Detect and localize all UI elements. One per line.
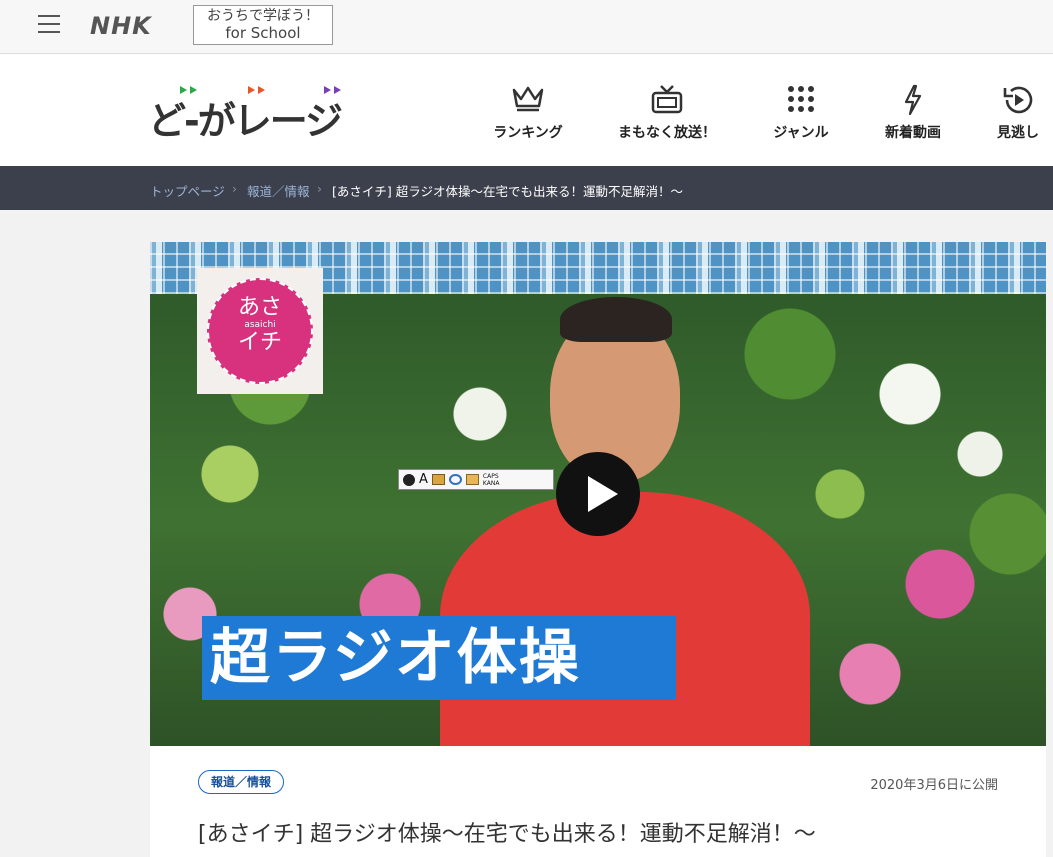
logo-triangle-icon [248, 86, 255, 94]
logo-triangle-icon [334, 86, 341, 94]
play-button[interactable] [556, 452, 640, 536]
breadcrumb-home[interactable]: トップページ [150, 181, 225, 200]
ime-toolbar[interactable]: A CAPS KANA [398, 469, 554, 490]
for-school-button[interactable]: おうちで学ぼう！ for School [193, 5, 333, 45]
asaichi-logo: あさ asaichi イチ [207, 278, 313, 384]
for-school-line1: おうちで学ぼう！ [207, 8, 319, 24]
logo-triangle-icon [258, 86, 265, 94]
nav-new-videos[interactable]: 新着動画 [878, 84, 948, 142]
nav-missed-label: 見逃し [997, 125, 1039, 141]
menu-icon[interactable] [38, 15, 60, 35]
replay-icon [1003, 86, 1033, 114]
asaichi-badge: あさ asaichi イチ [197, 268, 323, 394]
breadcrumb-category[interactable]: 報道／情報 [247, 181, 310, 200]
asaichi-logo-line1: あさ [237, 295, 282, 320]
play-icon [588, 476, 618, 512]
ime-input-letter[interactable]: A [419, 472, 428, 487]
video-caption: 超ラジオ体操 [202, 616, 676, 700]
grid-dots-icon [788, 86, 814, 112]
for-school-line2: for School [225, 24, 301, 42]
tv-icon [651, 85, 683, 114]
ime-dictionary-icon[interactable] [431, 474, 445, 485]
ime-caps-kana-indicator: CAPS KANA [483, 473, 500, 487]
nav-on-air-soon-label: まもなく放送！ [618, 125, 716, 141]
crown-icon [512, 86, 544, 112]
nav-genre[interactable]: ジャンル [766, 84, 836, 142]
breadcrumb-separator: › [232, 181, 237, 196]
site-logo[interactable]: ど-がレージ [148, 82, 344, 143]
category-tag[interactable]: 報道／情報 [198, 770, 285, 794]
ime-kana-label: KANA [482, 479, 500, 487]
logo-triangle-icon [180, 86, 187, 94]
nav-ranking-label: ランキング [493, 125, 563, 141]
presenter-hair [560, 297, 672, 342]
publish-date: 2020年3月6日に公開 [870, 778, 998, 793]
ime-tool-icon[interactable] [465, 474, 479, 485]
nav-ranking[interactable]: ランキング [488, 84, 568, 142]
article-card: 報道／情報 2020年3月6日に公開 [あさイチ] 超ラジオ体操〜在宅でも出来る… [150, 746, 1046, 857]
ime-mode-icon[interactable] [403, 473, 415, 486]
lightning-icon [904, 84, 922, 116]
logo-triangle-icon [190, 86, 197, 94]
breadcrumb-separator: › [317, 181, 322, 196]
breadcrumb-current: [あさイチ] 超ラジオ体操〜在宅でも出来る！運動不足解消！〜 [332, 184, 683, 199]
nav-missed[interactable]: 見逃し [990, 84, 1046, 142]
top-bar: NHK おうちで学ぼう！ for School [0, 0, 1053, 54]
video-player[interactable]: あさ asaichi イチ 超ラジオ体操 A CAPS KANA [150, 242, 1046, 746]
ime-caps-label: CAPS [482, 472, 499, 480]
breadcrumb: トップページ › 報道／情報 › [あさイチ] 超ラジオ体操〜在宅でも出来る！運… [0, 166, 1053, 210]
article-title: [あさイチ] 超ラジオ体操〜在宅でも出来る！運動不足解消！〜 [198, 822, 816, 847]
nav-on-air-soon[interactable]: まもなく放送！ [612, 84, 722, 142]
nhk-logo[interactable]: NHK [90, 12, 152, 40]
logo-triangle-icon [324, 86, 331, 94]
ime-search-icon[interactable] [448, 474, 462, 485]
nav-new-videos-label: 新着動画 [885, 125, 941, 141]
site-logo-text: ど-がレージ [148, 99, 343, 143]
asaichi-logo-line3: イチ [237, 330, 282, 355]
nav-genre-label: ジャンル [773, 125, 829, 141]
site-header: ど-がレージ ランキング まもなく放送！ ジャンル 新着動画 見逃し [0, 54, 1053, 166]
